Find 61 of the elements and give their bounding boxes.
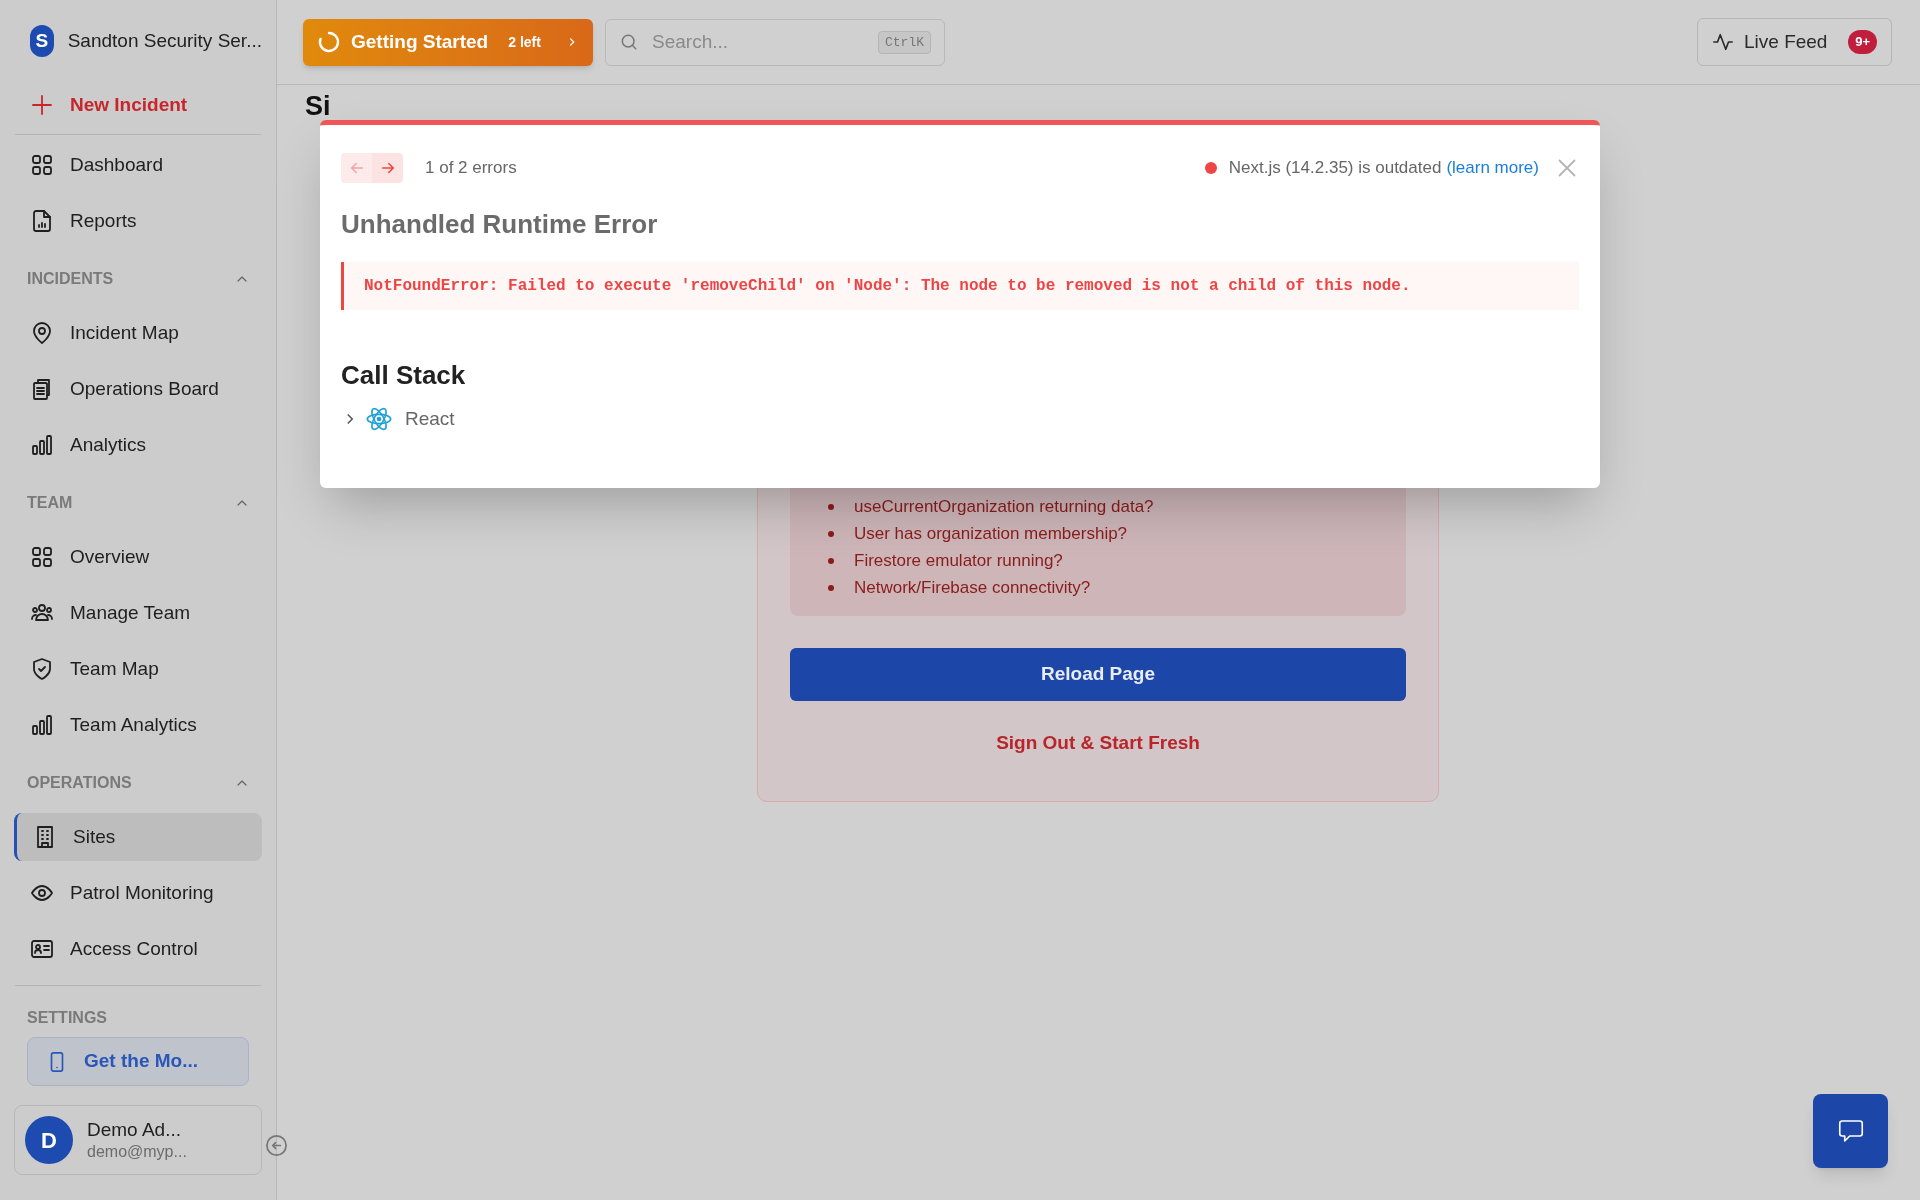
- error-counter: 1 of 2 errors: [425, 157, 517, 180]
- bullet-icon: [828, 503, 834, 510]
- id-card-icon: [30, 937, 54, 961]
- sidebar-item[interactable]: Patrol Monitoring: [14, 869, 262, 917]
- sidebar-item[interactable]: Reports: [14, 197, 262, 245]
- sidebar-item[interactable]: Access Control: [14, 925, 262, 973]
- checklist-item: Network/Firebase connectivity?: [854, 576, 1091, 599]
- sidebar-item[interactable]: Sites: [14, 813, 262, 861]
- bar-chart-icon: [30, 433, 54, 457]
- sidebar-item[interactable]: Team Map: [14, 645, 262, 693]
- section-title: SETTINGS: [27, 1008, 108, 1028]
- shield-check-icon: [30, 657, 54, 681]
- sidebar-item[interactable]: Operations Board: [14, 365, 262, 413]
- sidebar-item[interactable]: Team Analytics: [14, 701, 262, 749]
- user-name: Demo Ad...: [87, 1118, 182, 1142]
- bullet-icon: [828, 557, 834, 564]
- user-card[interactable]: D Demo Ad... demo@myp...: [14, 1105, 262, 1175]
- learn-more-link[interactable]: (learn more): [1446, 155, 1539, 181]
- collapse-icon[interactable]: [265, 1134, 288, 1157]
- grid-icon: [30, 545, 54, 569]
- bar-chart-icon: [30, 713, 54, 737]
- checklist-item: useCurrentOrganization returning data?: [854, 495, 1154, 518]
- checklist-item: Firestore emulator running?: [854, 549, 1063, 572]
- grid-icon: [30, 153, 54, 177]
- sidebar-item[interactable]: Dashboard: [14, 141, 262, 189]
- mobile-app-button[interactable]: Get the Mo...: [27, 1037, 249, 1086]
- sidebar-item[interactable]: Overview: [14, 533, 262, 581]
- page-title: Si: [305, 93, 331, 120]
- error-message: NotFoundError: Failed to execute 'removeChild' on 'Node': The node to be removed is not a child of this node.: [364, 276, 1411, 297]
- chat-button[interactable]: [1813, 1094, 1888, 1168]
- map-pin-icon: [30, 321, 54, 345]
- error-title: Unhandled Runtime Error: [341, 208, 659, 241]
- remaining-count: 2 left: [508, 32, 541, 52]
- sign-out-link[interactable]: Sign Out & Start Fresh: [996, 729, 1200, 758]
- status-dot-icon: [1204, 162, 1217, 174]
- spinner-icon: [317, 30, 341, 54]
- user-email: demo@myp...: [87, 1141, 187, 1162]
- next-error-button[interactable]: [372, 153, 403, 183]
- version-notice: Next.js (14.2.35) is outdated: [1228, 157, 1442, 180]
- sidebar-item[interactable]: Incident Map: [14, 309, 262, 357]
- user-avatar: D: [25, 1116, 73, 1164]
- reload-page-button[interactable]: Reload Page: [790, 648, 1406, 701]
- sidebar-item[interactable]: Analytics: [14, 421, 262, 469]
- bullet-icon: [828, 530, 834, 537]
- org-name[interactable]: Sandton Security Ser...: [67, 26, 262, 56]
- section-title: OPERATIONS: [27, 773, 132, 793]
- checklist-item: User has organization membership?: [854, 522, 1128, 545]
- notification-badge: 9+: [1848, 30, 1877, 54]
- activity-icon: [1712, 31, 1734, 53]
- live-feed-button[interactable]: Live Feed 9+: [1697, 18, 1892, 66]
- stack-frame[interactable]: React: [341, 405, 455, 434]
- button-label: Getting Started: [351, 29, 489, 54]
- org-avatar: S: [30, 25, 54, 57]
- sidebar-item[interactable]: Manage Team: [14, 589, 262, 637]
- shortcut-key: CtrlK: [878, 30, 931, 54]
- section-title: TEAM: [27, 493, 73, 513]
- call-stack-title: Call Stack: [341, 359, 467, 392]
- bullet-icon: [828, 584, 834, 591]
- plus-icon: [30, 93, 54, 117]
- section-title: INCIDENTS: [27, 269, 114, 289]
- document-chart-icon: [30, 209, 54, 233]
